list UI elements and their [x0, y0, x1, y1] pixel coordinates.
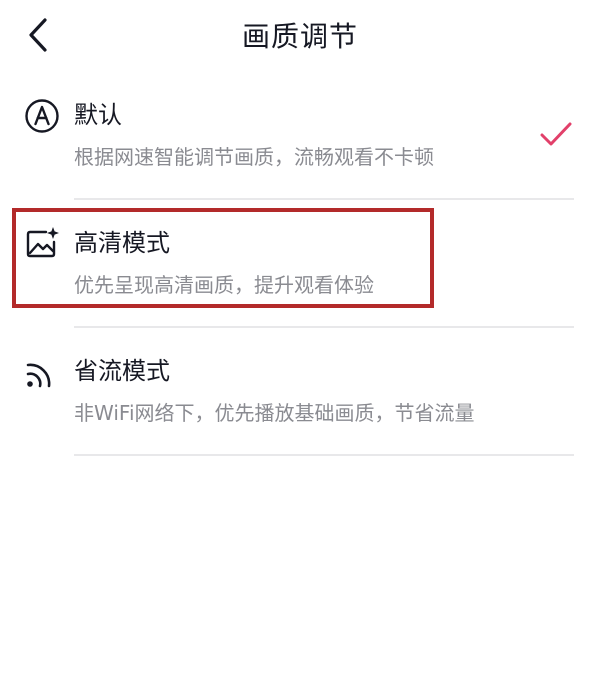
option-default[interactable]: 默认 根据网速智能调节画质，流畅观看不卡顿: [0, 86, 600, 206]
option-hd[interactable]: 高清模式 优先呈现高清画质，提升观看体验: [0, 212, 600, 332]
divider: [74, 326, 574, 328]
option-description: 根据网速智能调节画质，流畅观看不卡顿: [74, 145, 434, 169]
option-description: 优先呈现高清画质，提升观看体验: [74, 273, 374, 297]
option-title: 默认: [74, 101, 122, 129]
divider: [74, 454, 574, 456]
check-icon: [538, 120, 574, 150]
auto-a-icon: [24, 98, 60, 134]
header-bar: 画质调节: [0, 0, 600, 76]
divider: [74, 198, 574, 200]
option-saver[interactable]: 省流模式 非WiFi网络下，优先播放基础画质，节省流量: [0, 340, 600, 460]
image-sparkle-icon: [24, 226, 60, 262]
page-title: 画质调节: [241, 20, 358, 53]
option-title: 省流模式: [74, 357, 170, 385]
option-description: 非WiFi网络下，优先播放基础画质，节省流量: [74, 401, 475, 425]
signal-waves-icon: [24, 354, 60, 390]
option-title: 高清模式: [74, 229, 170, 257]
